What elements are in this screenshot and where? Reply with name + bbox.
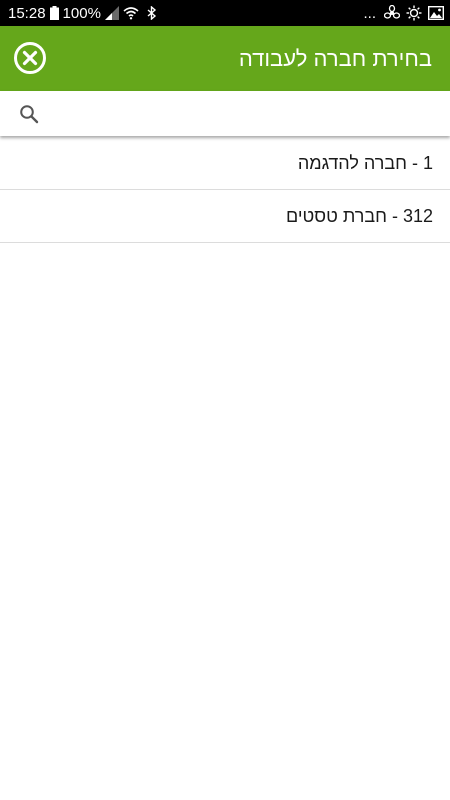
list-item-label: 312 - חברת טסטים <box>285 206 433 226</box>
page-title: בחירת חברה לעבודה <box>238 46 432 71</box>
list-item-label: 1 - חברה להדגמה <box>297 153 433 173</box>
wifi-icon <box>123 6 139 20</box>
bluetooth-icon <box>147 6 157 20</box>
status-bar: 15:28 100% ... <box>0 0 450 26</box>
image-icon <box>428 6 444 20</box>
app-bar: בחירת חברה לעבודה <box>0 26 450 91</box>
list-item[interactable]: 312 - חברת טסטים <box>0 190 450 243</box>
more-notifications: ... <box>363 4 376 22</box>
battery-icon <box>49 6 59 20</box>
search-icon[interactable] <box>19 104 39 124</box>
close-button[interactable] <box>13 41 47 75</box>
search-bar <box>0 91 450 136</box>
status-time: 15:28 <box>8 4 46 22</box>
list-item[interactable]: 1 - חברה להדגמה <box>0 137 450 190</box>
status-bar-right: ... <box>363 0 444 26</box>
fan-icon <box>384 5 400 21</box>
signal-icon <box>104 6 119 20</box>
search-input[interactable] <box>52 97 436 131</box>
company-list: 1 - חברה להדגמה 312 - חברת טסטים <box>0 137 450 243</box>
status-bar-left: 15:28 100% <box>8 0 157 26</box>
battery-percent: 100% <box>62 4 101 22</box>
close-circle-icon <box>14 42 46 74</box>
brightness-icon <box>406 5 422 21</box>
